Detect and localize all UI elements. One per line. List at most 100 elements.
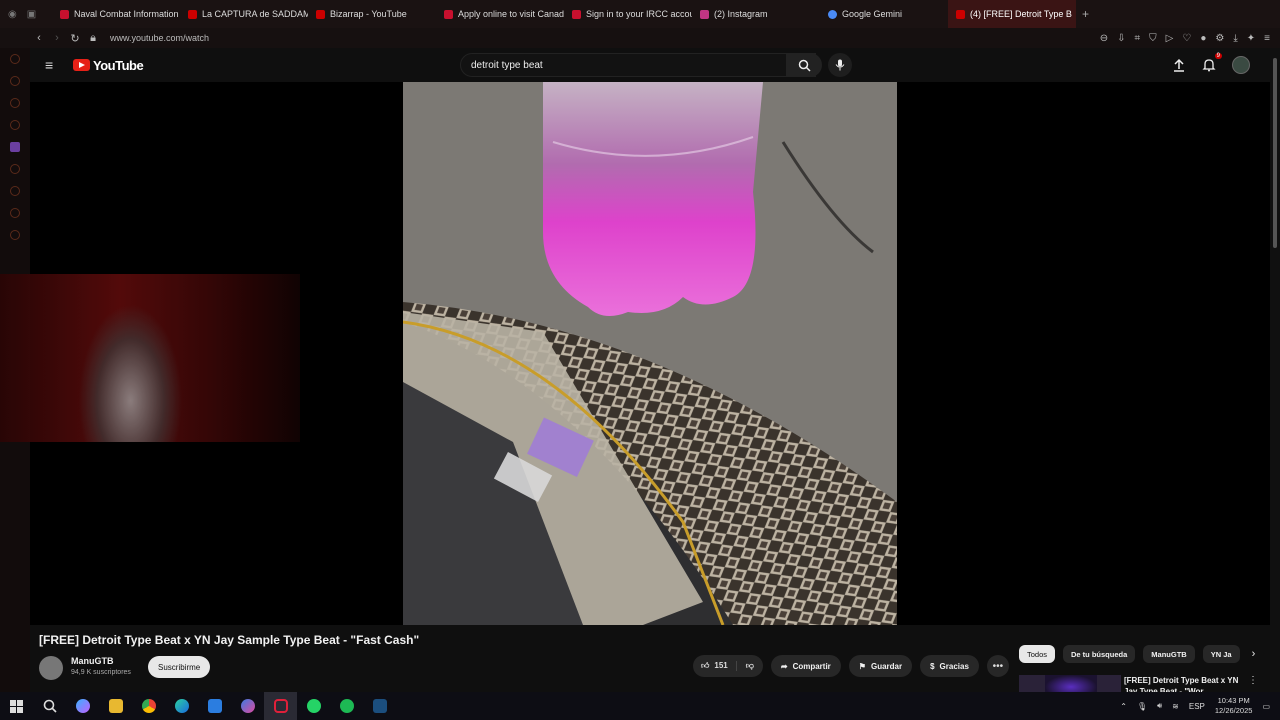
window-menu-icon[interactable]: ◉: [8, 9, 17, 20]
more-actions-button[interactable]: •••: [986, 655, 1009, 677]
sidebar-app-icon[interactable]: [10, 208, 20, 218]
more-vertical-icon[interactable]: ⋮: [1248, 675, 1258, 686]
subscribe-button[interactable]: Suscribirme: [148, 656, 211, 678]
notification-center-icon[interactable]: ▭: [1262, 702, 1270, 711]
tab-ircc[interactable]: Sign in to your IRCC accour: [564, 0, 692, 28]
header-actions: 9: [1172, 53, 1250, 74]
zoom-icon[interactable]: ⊖: [1100, 33, 1108, 44]
forward-arrow-icon[interactable]: ›: [48, 32, 66, 44]
app-icon[interactable]: [231, 692, 264, 720]
opera-gx-icon[interactable]: [264, 692, 297, 720]
tab-gemini[interactable]: Google Gemini: [820, 0, 948, 28]
volume-icon[interactable]: 🔊︎: [1157, 701, 1162, 711]
twitch-icon[interactable]: [10, 142, 20, 152]
sidebar-app-icon[interactable]: [10, 186, 20, 196]
clock[interactable]: 10:43 PM 12/26/2025: [1215, 696, 1253, 716]
webcam-person: [78, 304, 183, 442]
chip-from-search[interactable]: De tu búsqueda: [1063, 645, 1136, 663]
thanks-button[interactable]: $ Gracias: [920, 655, 979, 677]
microphone-icon: [835, 59, 845, 71]
recommendation-thumbnail[interactable]: [1019, 675, 1121, 692]
menu-icon[interactable]: ≡: [1264, 33, 1270, 44]
recommendation-title[interactable]: [FREE] Detroit Type Beat x YN Jay Type B…: [1124, 675, 1244, 692]
canada-favicon-icon: [572, 9, 581, 19]
page-scrollbar[interactable]: [1270, 48, 1280, 692]
channel-avatar[interactable]: [39, 656, 63, 680]
chevron-right-icon[interactable]: ›: [1252, 648, 1256, 660]
back-arrow-icon[interactable]: ‹: [30, 32, 48, 44]
video-player[interactable]: [0, 82, 1270, 625]
chip-yn-jay[interactable]: YN Ja: [1202, 645, 1240, 663]
youtube-logo[interactable]: YouTube: [73, 57, 144, 73]
wifi-icon[interactable]: ≋: [1172, 702, 1179, 711]
tab-canada-visit[interactable]: Apply online to visit Canad: [436, 0, 564, 28]
profile-icon[interactable]: ●: [1200, 33, 1206, 44]
voice-search-button[interactable]: [828, 53, 852, 77]
language-indicator[interactable]: ESP: [1189, 702, 1205, 711]
sidebar-app-icon[interactable]: [10, 120, 20, 130]
sidebar-app-icon[interactable]: [10, 98, 20, 108]
scrollbar-thumb[interactable]: [1273, 58, 1277, 248]
microphone-icon[interactable]: 🎙︎: [1137, 702, 1147, 711]
tab-naval[interactable]: Naval Combat Information C: [52, 0, 180, 28]
video-frame[interactable]: [403, 82, 897, 625]
logo-text: YouTube: [93, 57, 144, 73]
chip-channel[interactable]: ManuGTB: [1143, 645, 1195, 663]
shield-icon[interactable]: ⛉: [1149, 33, 1157, 44]
extension-icons: ⊖ ⇩ ⌗ ⛉ ▷ ♡ ● ⚙ ⤓ ✦ ≡: [1100, 33, 1280, 44]
chrome-icon[interactable]: [132, 692, 165, 720]
dislike-button[interactable]: 👎︎: [737, 661, 763, 671]
heart-icon[interactable]: ♡: [1182, 33, 1191, 44]
account-avatar[interactable]: [1232, 56, 1250, 74]
play-icon[interactable]: ▷: [1166, 33, 1174, 44]
tab-label: Sign in to your IRCC accour: [586, 9, 692, 19]
whatsapp-icon[interactable]: [297, 692, 330, 720]
notifications-button[interactable]: 9: [1202, 53, 1222, 72]
downloads-icon[interactable]: ⤓: [1233, 33, 1237, 44]
more-dots-icon: •••: [992, 660, 1004, 672]
tab-instagram[interactable]: (2) Instagram: [692, 0, 820, 28]
edge-icon[interactable]: [165, 692, 198, 720]
url-field[interactable]: www.youtube.com/watch: [110, 33, 209, 43]
notification-badge: 9: [1214, 53, 1222, 59]
lock-icon: 🔒︎: [90, 31, 96, 44]
spotify-icon[interactable]: [330, 692, 363, 720]
bookmark-icon: ⚑: [858, 661, 866, 671]
sidebar-app-icon[interactable]: [10, 164, 20, 174]
search-button[interactable]: [786, 53, 822, 77]
file-explorer-icon[interactable]: [99, 692, 132, 720]
tab-label: Apply online to visit Canad: [458, 9, 564, 19]
new-tab-button[interactable]: +: [1076, 7, 1095, 21]
upload-icon[interactable]: [1172, 58, 1186, 72]
search-icon[interactable]: [33, 692, 66, 720]
sidebar-app-icon[interactable]: [10, 54, 20, 64]
chip-all[interactable]: Todos: [1019, 645, 1056, 663]
download-page-icon[interactable]: ⇩: [1117, 33, 1125, 44]
webcam-overlay: [0, 274, 300, 442]
extensions-icon[interactable]: ⚙: [1215, 33, 1224, 44]
channel-name[interactable]: ManuGTB: [71, 656, 114, 666]
tab-overview-icon[interactable]: ▣: [27, 9, 36, 20]
thanks-label: Gracias: [939, 661, 969, 671]
share-button[interactable]: ➦ Compartir: [770, 655, 841, 677]
subscriber-count: 94,9 K suscriptores: [71, 669, 131, 676]
hamburger-menu-icon[interactable]: ≡: [45, 57, 59, 73]
reload-icon[interactable]: ↻: [66, 32, 84, 45]
search-input[interactable]: detroit type beat ✕: [460, 53, 816, 77]
copilot-icon[interactable]: [66, 692, 99, 720]
ai-icon[interactable]: ✦: [1247, 33, 1255, 44]
tab-bizarrap[interactable]: Bizarrap - YouTube: [308, 0, 436, 28]
tab-saddam[interactable]: La CAPTURA de SADDAM: [180, 0, 308, 28]
sidebar-app-icon[interactable]: [10, 76, 20, 86]
like-button[interactable]: 👍︎ 151: [693, 661, 737, 671]
windows-start-icon[interactable]: [0, 692, 33, 720]
instagram-favicon-icon: [700, 9, 709, 19]
sidebar-app-icon[interactable]: [10, 230, 20, 240]
chevron-up-icon[interactable]: ⌃: [1120, 702, 1127, 711]
tab-detroit-type-beat[interactable]: (4) [FREE] Detroit Type B: [948, 0, 1076, 28]
snapshot-icon[interactable]: ⌗: [1135, 33, 1141, 44]
steam-icon[interactable]: [363, 692, 396, 720]
save-button[interactable]: ⚑ Guardar: [848, 655, 913, 677]
recommendations-panel: Todos De tu búsqueda ManuGTB YN Ja › [FR…: [1010, 625, 1270, 692]
mail-icon[interactable]: [198, 692, 231, 720]
